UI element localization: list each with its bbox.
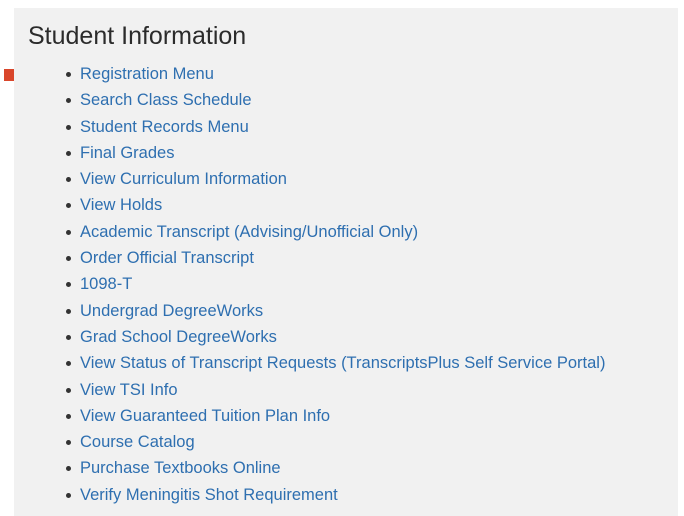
bullet-icon bbox=[66, 387, 71, 393]
bullet-icon bbox=[66, 124, 71, 130]
bullet-icon bbox=[66, 256, 71, 262]
bullet-icon bbox=[66, 203, 71, 209]
bullet-icon bbox=[66, 229, 71, 235]
menu-link-view-guaranteed-tuition-plan-info[interactable]: View Guaranteed Tuition Plan Info bbox=[80, 407, 330, 425]
list-item: Registration Menu bbox=[14, 61, 678, 87]
bullet-icon bbox=[66, 361, 71, 367]
menu-link-registration-menu[interactable]: Registration Menu bbox=[80, 65, 214, 83]
list-item: Course Catalog bbox=[14, 429, 678, 455]
bullet-icon bbox=[66, 308, 71, 314]
menu-link-academic-transcript[interactable]: Academic Transcript (Advising/Unofficial… bbox=[80, 223, 418, 241]
list-item: View Curriculum Information bbox=[14, 166, 678, 192]
list-item: Academic Transcript (Advising/Unofficial… bbox=[14, 219, 678, 245]
menu-link-grad-school-degreeworks[interactable]: Grad School DegreeWorks bbox=[80, 328, 277, 346]
bullet-icon bbox=[66, 492, 71, 498]
menu-link-view-curriculum-information[interactable]: View Curriculum Information bbox=[80, 170, 287, 188]
menu-link-view-status-of-transcript-requests[interactable]: View Status of Transcript Requests (Tran… bbox=[80, 354, 605, 372]
bullet-icon bbox=[66, 334, 71, 340]
bullet-icon bbox=[66, 282, 71, 288]
bullet-icon bbox=[66, 440, 71, 446]
list-item: 1098-T bbox=[14, 271, 678, 297]
list-item: Search Class Schedule bbox=[14, 87, 678, 113]
menu-link-view-holds[interactable]: View Holds bbox=[80, 196, 162, 214]
menu-link-undergrad-degreeworks[interactable]: Undergrad DegreeWorks bbox=[80, 302, 263, 320]
menu-link-final-grades[interactable]: Final Grades bbox=[80, 144, 174, 162]
menu-link-verify-meningitis-shot-requirement[interactable]: Verify Meningitis Shot Requirement bbox=[80, 486, 338, 504]
menu-link-order-official-transcript[interactable]: Order Official Transcript bbox=[80, 249, 254, 267]
list-item: Purchase Textbooks Online bbox=[14, 455, 678, 481]
list-item: Undergrad DegreeWorks bbox=[14, 298, 678, 324]
bullet-icon bbox=[66, 98, 71, 104]
list-item: Grad School DegreeWorks bbox=[14, 324, 678, 350]
list-item: View TSI Info bbox=[14, 377, 678, 403]
menu-link-course-catalog[interactable]: Course Catalog bbox=[80, 433, 195, 451]
list-item: Order Official Transcript bbox=[14, 245, 678, 271]
list-item: View Guaranteed Tuition Plan Info bbox=[14, 403, 678, 429]
menu-link-student-records-menu[interactable]: Student Records Menu bbox=[80, 118, 249, 136]
bullet-icon bbox=[66, 72, 71, 77]
student-menu-list: Registration Menu Search Class Schedule … bbox=[14, 61, 678, 508]
menu-link-search-class-schedule[interactable]: Search Class Schedule bbox=[80, 91, 252, 109]
list-item: View Holds bbox=[14, 192, 678, 218]
bullet-icon bbox=[66, 177, 71, 183]
menu-link-view-tsi-info[interactable]: View TSI Info bbox=[80, 381, 178, 399]
student-information-panel: Student Information Registration Menu Se… bbox=[14, 8, 678, 516]
menu-link-purchase-textbooks-online[interactable]: Purchase Textbooks Online bbox=[80, 459, 281, 477]
bullet-icon bbox=[66, 150, 71, 156]
list-item: View Status of Transcript Requests (Tran… bbox=[14, 350, 678, 376]
menu-link-1098-t[interactable]: 1098-T bbox=[80, 275, 132, 293]
list-item: Verify Meningitis Shot Requirement bbox=[14, 482, 678, 508]
list-item: Student Records Menu bbox=[14, 114, 678, 140]
section-title: Student Information bbox=[28, 22, 247, 50]
bullet-icon bbox=[66, 413, 71, 419]
list-item: Final Grades bbox=[14, 140, 678, 166]
bullet-icon bbox=[66, 466, 71, 472]
